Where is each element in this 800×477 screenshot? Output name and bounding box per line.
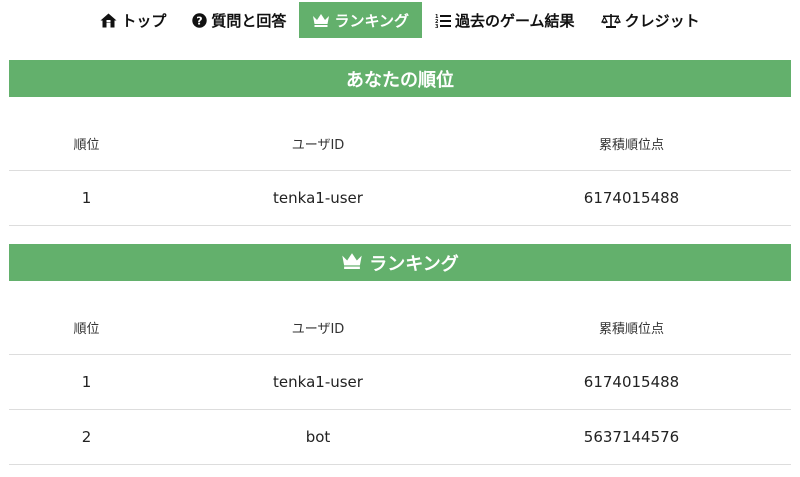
cell-user-id: bot xyxy=(305,428,331,446)
nav-item-label: 質問と回答 xyxy=(211,11,287,30)
nav-item-label: トップ xyxy=(121,11,167,30)
cell-rank: 1 xyxy=(81,189,92,207)
column-header-rank: 順位 xyxy=(73,321,100,337)
table-row: 1 tenka1-user 6174015488 xyxy=(9,171,791,226)
column-header-user-id: ユーザID xyxy=(291,321,345,337)
table-row: 1 tenka1-user 6174015488 xyxy=(9,355,791,410)
cell-score: 6174015488 xyxy=(583,373,680,391)
cell-score: 6174015488 xyxy=(583,189,680,207)
main-nav: トップ ? 質問と回答 ランキング 123 過去のゲーム結果 クレジット xyxy=(0,0,800,40)
my-rank-header: あなたの順位 xyxy=(9,60,791,97)
crown-icon xyxy=(312,13,330,27)
svg-text:3: 3 xyxy=(435,24,439,28)
cell-user-id: tenka1-user xyxy=(273,189,363,207)
nav-item-past-results[interactable]: 123 過去のゲーム結果 xyxy=(422,2,588,38)
column-header-user-id: ユーザID xyxy=(291,137,345,153)
nav-item-label: 過去のゲーム結果 xyxy=(455,11,575,30)
column-header-rank: 順位 xyxy=(73,137,100,153)
question-circle-icon: ? xyxy=(192,12,208,28)
cell-rank: 1 xyxy=(81,373,92,391)
ranking-table: 順位 ユーザID 累積順位点 1 tenka1-user 6174015488 … xyxy=(9,300,791,465)
ranking-header: ランキング xyxy=(9,244,791,281)
nav-item-faq[interactable]: ? 質問と回答 xyxy=(179,2,299,38)
my-rank-title: あなたの順位 xyxy=(346,69,454,91)
table-header-row: 順位 ユーザID 累積順位点 xyxy=(9,300,791,355)
home-icon xyxy=(100,13,117,28)
nav-item-label: ランキング xyxy=(334,11,409,30)
column-header-score: 累積順位点 xyxy=(598,137,664,153)
table-row: 2 bot 5637144576 xyxy=(9,410,791,465)
crown-icon xyxy=(341,252,363,274)
svg-text:?: ? xyxy=(197,14,203,27)
ranking-title: ランキング xyxy=(369,253,459,275)
nav-item-ranking[interactable]: ランキング xyxy=(299,2,422,38)
table-header-row: 順位 ユーザID 累積順位点 xyxy=(9,116,791,171)
column-header-score: 累積順位点 xyxy=(598,321,664,337)
balance-scale-icon xyxy=(600,13,621,28)
nav-item-label: クレジット xyxy=(624,11,700,30)
cell-score: 5637144576 xyxy=(583,428,680,446)
my-rank-table: 順位 ユーザID 累積順位点 1 tenka1-user 6174015488 xyxy=(9,116,791,226)
list-ol-icon: 123 xyxy=(435,13,451,28)
cell-rank: 2 xyxy=(81,428,92,446)
nav-item-credits[interactable]: クレジット xyxy=(588,2,713,38)
nav-item-top[interactable]: トップ xyxy=(87,2,179,38)
cell-user-id: tenka1-user xyxy=(273,373,363,391)
